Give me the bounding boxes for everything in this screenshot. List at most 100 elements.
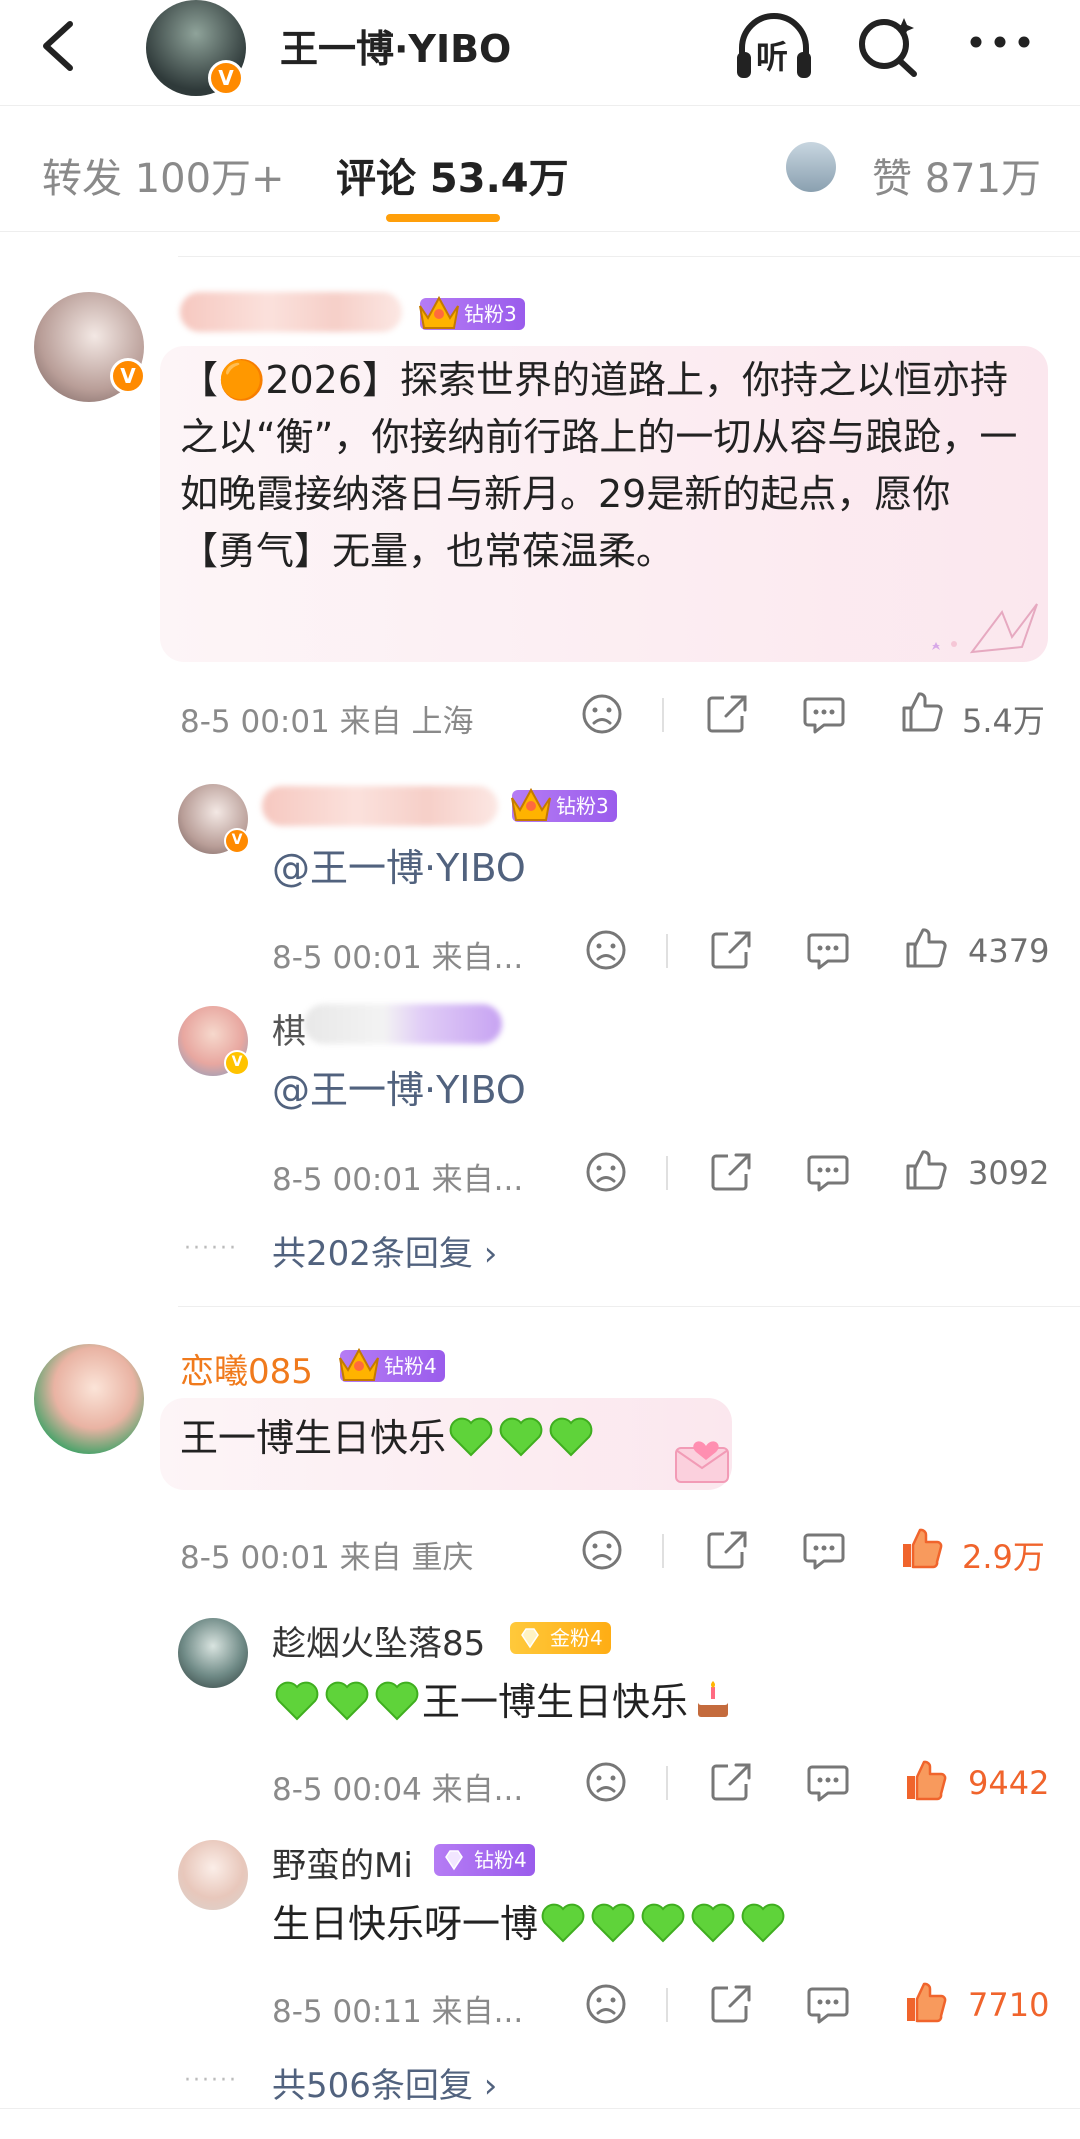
share-icon <box>711 931 751 969</box>
share-icon <box>711 1985 751 2023</box>
replier-avatar[interactable]: V <box>178 1006 250 1076</box>
green-heart-icon <box>375 1681 419 1721</box>
green-heart-icon <box>541 1903 585 1943</box>
tab-reposts[interactable]: 转发 100万+ <box>42 146 285 204</box>
replier-name[interactable]: 趁烟火坠落85 <box>272 1616 485 1665</box>
comment-text: 王一博生日快乐 <box>180 1410 596 1467</box>
dislike-button[interactable] <box>584 928 628 972</box>
comment-icon <box>807 1765 849 1802</box>
commenter-avatar[interactable]: V <box>34 292 146 402</box>
thumbs-up-icon <box>906 1150 947 1190</box>
fan-level-label: 钻粉4 <box>474 1848 527 1872</box>
thread-dots: ······ <box>184 2068 238 2093</box>
share-icon <box>707 695 747 733</box>
replier-avatar[interactable] <box>178 1618 248 1688</box>
reply-text[interactable]: @王一博·YIBO <box>272 840 526 897</box>
action-divider <box>666 1988 668 2022</box>
liker-avatar[interactable] <box>786 142 836 192</box>
share-button[interactable] <box>708 1760 752 1804</box>
green-heart-icon <box>325 1681 369 1721</box>
verified-badge-icon: V <box>110 358 146 394</box>
divider <box>0 2108 1080 2109</box>
chevron-left-icon <box>43 21 73 71</box>
view-more-replies-link[interactable]: 共506条回复 › <box>272 2058 497 2107</box>
commenter-name-blurred[interactable] <box>180 292 402 332</box>
like-count: 4379 <box>968 932 1050 970</box>
crown-icon <box>511 787 551 821</box>
share-button[interactable] <box>708 928 752 972</box>
reply-button[interactable] <box>802 694 846 736</box>
like-button[interactable] <box>900 690 944 734</box>
action-divider <box>666 1156 668 1190</box>
reply-button[interactable] <box>806 1152 850 1194</box>
fan-level-badge: 钻粉4 <box>339 1347 445 1382</box>
replier-avatar[interactable]: V <box>178 784 250 854</box>
tab-comments[interactable]: 评论 53.4万 <box>336 146 569 204</box>
green-heart-icon <box>449 1417 493 1457</box>
green-heart-icon <box>549 1417 593 1457</box>
reply-button[interactable] <box>806 1762 850 1804</box>
listen-button[interactable]: 听 <box>734 12 814 86</box>
green-heart-icon <box>741 1903 785 1943</box>
reply-button[interactable] <box>806 1984 850 2026</box>
commenter-avatar[interactable] <box>34 1344 144 1454</box>
page-title[interactable]: 王一博·YIBO <box>280 18 511 73</box>
frown-icon <box>582 694 622 734</box>
fan-level-label: 金粉4 <box>550 1626 603 1650</box>
share-icon <box>711 1763 751 1801</box>
divider <box>178 256 1080 257</box>
share-button[interactable] <box>708 1150 752 1194</box>
birthday-cake-icon <box>698 1681 729 1717</box>
fan-level-badge: 金粉4 <box>510 1622 611 1654</box>
fan-level-badge: 钻粉4 <box>434 1844 535 1876</box>
action-divider <box>666 934 668 968</box>
paper-crane-decoration-icon <box>932 603 1038 654</box>
more-button[interactable] <box>968 22 1032 66</box>
thumbs-up-filled-icon <box>907 1760 947 1801</box>
view-more-replies-link[interactable]: 共202条回复 › <box>272 1226 497 1275</box>
share-button[interactable] <box>704 692 748 736</box>
like-button-active[interactable] <box>904 1980 948 2024</box>
dislike-button[interactable] <box>580 692 624 736</box>
share-button[interactable] <box>708 1982 752 2026</box>
dislike-button[interactable] <box>584 1982 628 2026</box>
dislike-button[interactable] <box>584 1150 628 1194</box>
fan-level-badge: 钻粉3 <box>511 787 617 822</box>
thumbs-up-icon <box>902 692 943 732</box>
reply-text[interactable]: @王一博·YIBO <box>272 1062 526 1119</box>
search-button[interactable] <box>856 14 922 84</box>
like-button[interactable] <box>904 926 948 970</box>
like-count: 5.4万 <box>962 702 1045 740</box>
fan-level-label: 钻粉3 <box>464 302 517 326</box>
green-heart-icon <box>499 1417 543 1457</box>
green-heart-icon <box>591 1903 635 1943</box>
like-button-active[interactable] <box>900 1526 944 1570</box>
thumbs-up-icon <box>906 928 947 968</box>
replier-name[interactable]: 野蛮的Mi <box>272 1838 413 1887</box>
replier-name-blurred[interactable] <box>304 1004 502 1044</box>
tab-bar: 转发 100万+ 评论 53.4万 赞 871万 <box>0 106 1080 232</box>
dislike-button[interactable] <box>584 1760 628 1804</box>
thumbs-up-filled-icon <box>903 1528 943 1569</box>
like-count: 2.9万 <box>962 1538 1045 1576</box>
tab-likes[interactable]: 赞 871万 <box>872 146 1041 204</box>
account-avatar[interactable]: V <box>146 0 246 96</box>
back-button[interactable] <box>38 16 78 76</box>
like-button-active[interactable] <box>904 1758 948 1802</box>
verified-badge-icon: V <box>208 60 244 96</box>
comment-icon <box>807 1155 849 1192</box>
dislike-button[interactable] <box>580 1528 624 1572</box>
reply-text: 王一博生日快乐 <box>272 1674 738 1731</box>
replier-name[interactable]: 棋 <box>272 1004 306 1053</box>
action-divider <box>662 1534 664 1568</box>
comment-icon <box>803 1533 845 1570</box>
like-button[interactable] <box>904 1148 948 1192</box>
fan-level-badge: 钻粉3 <box>419 295 525 330</box>
reply-button[interactable] <box>802 1530 846 1572</box>
reply-button[interactable] <box>806 930 850 972</box>
replier-avatar[interactable] <box>178 1840 248 1910</box>
commenter-name[interactable]: 恋曦085 <box>180 1344 313 1393</box>
more-icon <box>970 36 1030 48</box>
share-button[interactable] <box>704 1528 748 1572</box>
replier-name-blurred[interactable] <box>262 786 498 826</box>
